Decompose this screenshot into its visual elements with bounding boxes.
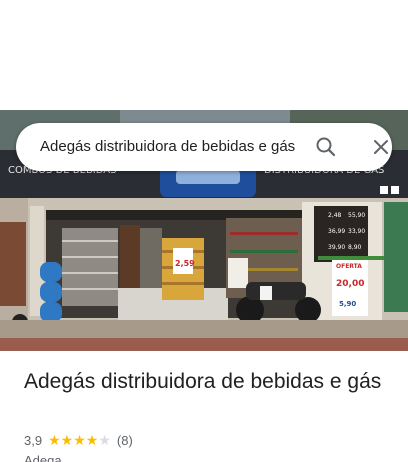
price-1: 2,48 xyxy=(328,212,342,219)
review-count[interactable]: (8) xyxy=(117,433,133,448)
rating-stars: ★ ★ ★ ★ ★ xyxy=(48,433,111,447)
search-button[interactable] xyxy=(312,133,340,161)
map-top-area xyxy=(0,0,408,110)
price-3: 36,99 xyxy=(328,228,345,235)
star-icon: ★ xyxy=(60,432,74,448)
rating-row[interactable]: 3,9 ★ ★ ★ ★ ★ (8) xyxy=(24,431,133,449)
star-icon: ★ xyxy=(73,432,86,448)
price-2: 55,90 xyxy=(348,212,365,219)
search-bar: Adegás distribuidora de bebidas e gás xyxy=(16,123,392,171)
oferta-price-2: 5,90 xyxy=(339,300,356,308)
price-4: 33,90 xyxy=(348,228,365,235)
star-icon: ★ xyxy=(48,432,61,448)
search-icon xyxy=(316,137,336,157)
star-empty-icon: ★ xyxy=(98,432,111,448)
price-5: 39,90 xyxy=(328,244,345,251)
search-input[interactable]: Adegás distribuidora de bebidas e gás xyxy=(40,123,304,171)
place-info-panel: Adegás distribuidora de bebidas e gás 3,… xyxy=(0,351,408,462)
price-6: 8,90 xyxy=(348,244,362,251)
sale-sign-price: 2,59 xyxy=(175,259,195,268)
close-button[interactable] xyxy=(367,133,395,161)
close-icon xyxy=(374,140,388,154)
rating-value: 3,9 xyxy=(24,432,43,448)
place-title: Adegás distribuidora de bebidas e gás xyxy=(24,370,382,393)
star-icon: ★ xyxy=(85,432,99,448)
oferta-label: OFERTA xyxy=(336,263,362,270)
oferta-price-1: 20,00 xyxy=(336,279,364,289)
place-category: Adega xyxy=(24,453,62,462)
